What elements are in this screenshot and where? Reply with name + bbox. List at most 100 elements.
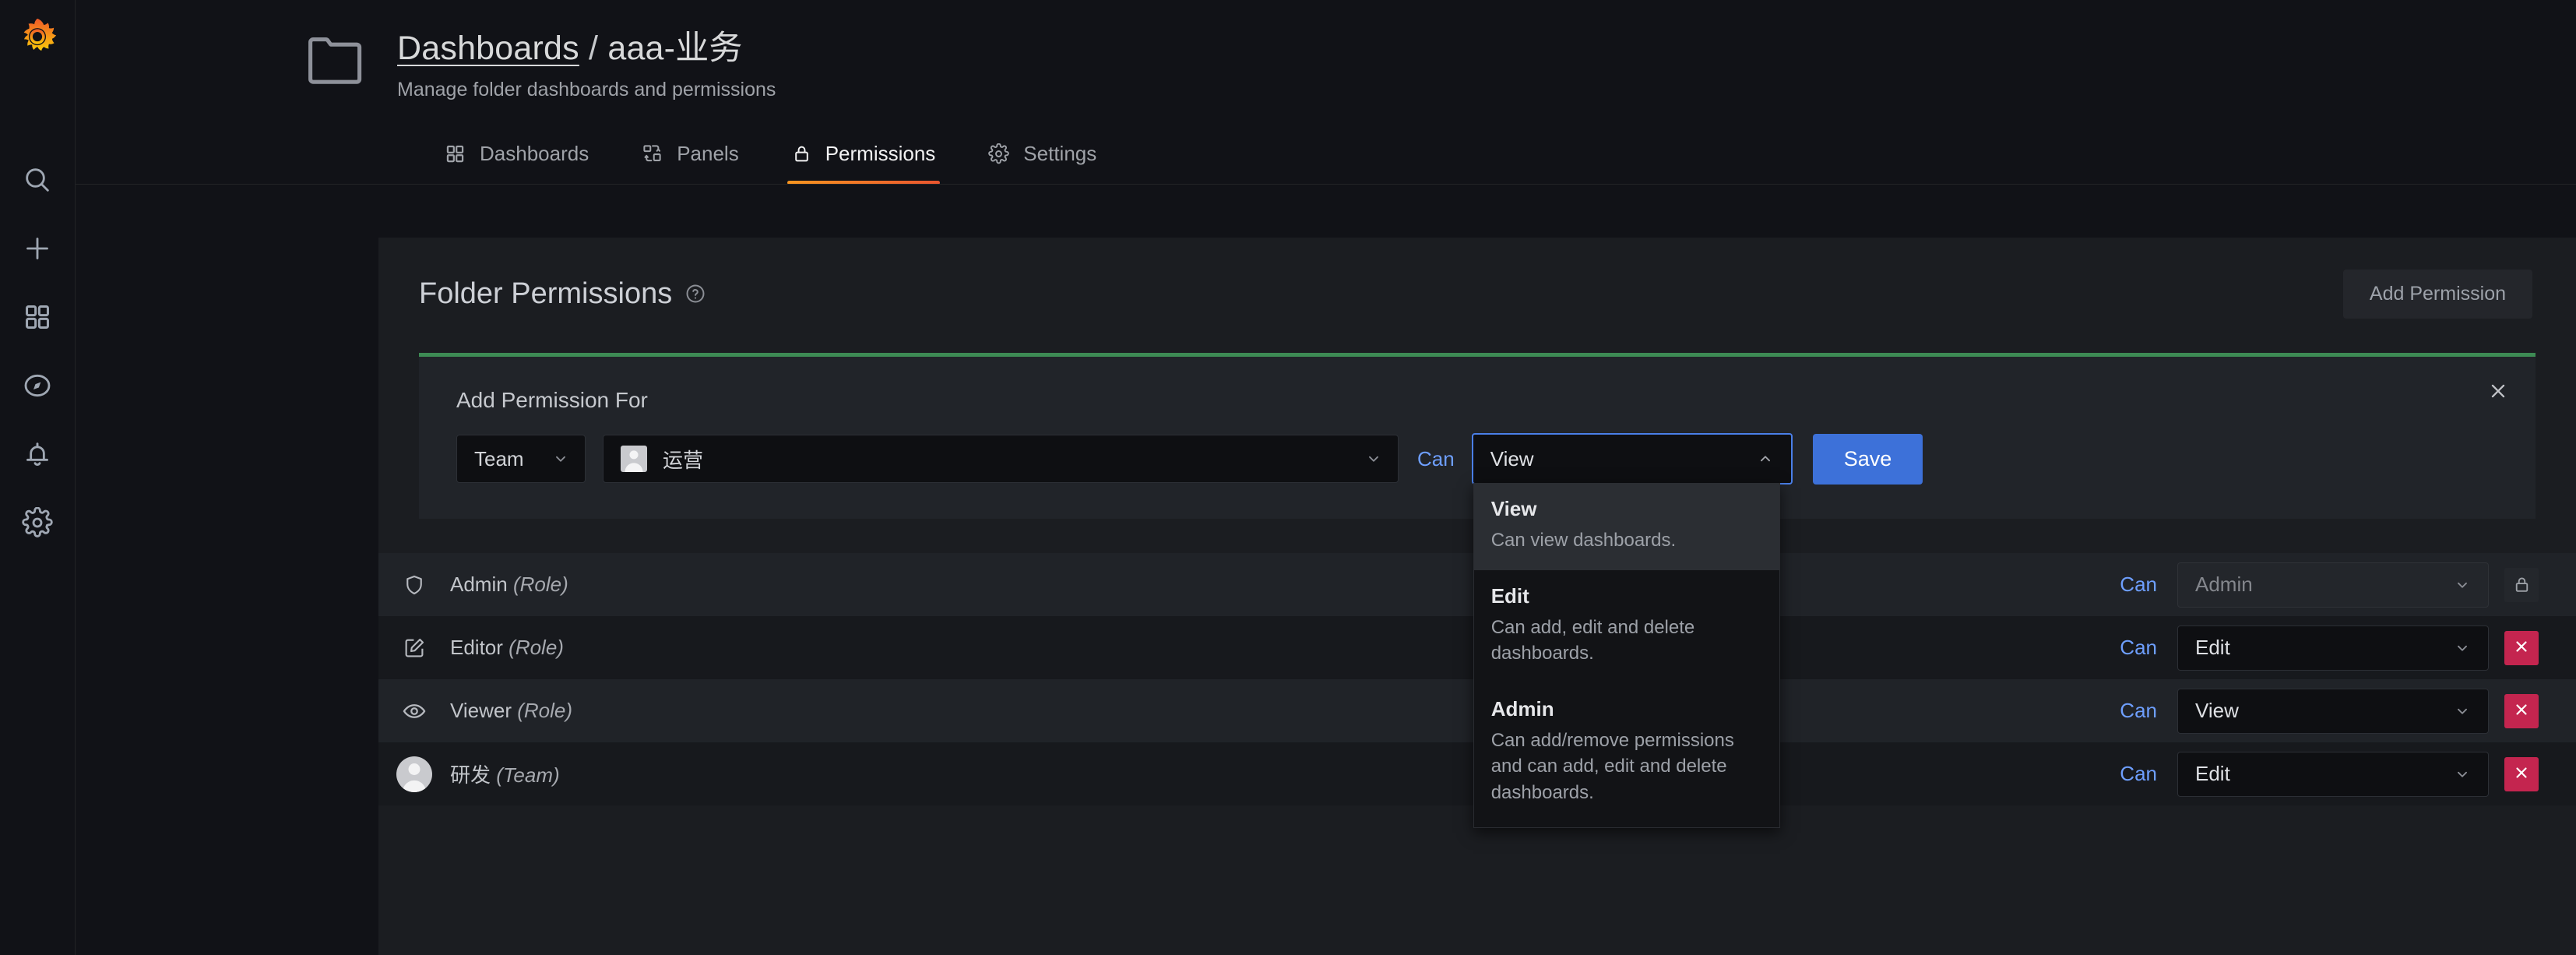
sidebar-item-search[interactable] <box>19 162 55 198</box>
grafana-logo[interactable] <box>14 14 61 61</box>
dropdown-option-edit-desc: Can add, edit and delete dashboards. <box>1491 615 1762 666</box>
page-subtitle: Manage folder dashboards and permissions <box>397 79 776 101</box>
can-label: Can <box>2120 699 2157 723</box>
permission-subject-kind: (Role) <box>517 699 572 722</box>
tab-bar: Dashboards Panels <box>76 134 2576 185</box>
main-area: Dashboards / aaa-业务 Manage folder dashbo… <box>76 0 2576 955</box>
permission-level-select-wrap: View View Can view dashboards. <box>1472 433 1793 485</box>
row-permission-select[interactable]: Edit <box>2177 752 2489 797</box>
close-icon <box>2513 701 2530 721</box>
dropdown-option-view-title: View <box>1491 497 1762 521</box>
tab-dashboards[interactable]: Dashboards <box>418 134 615 185</box>
chevron-down-icon <box>2454 576 2471 594</box>
row-permission-value: Admin <box>2195 573 2253 597</box>
can-label: Can <box>2120 762 2157 786</box>
tab-settings-label: Settings <box>1023 142 1096 166</box>
close-icon <box>2513 764 2530 784</box>
row-permission-value: Edit <box>2195 636 2230 660</box>
section-header: Folder Permissions Add Permission <box>378 266 2576 322</box>
sidebar-item-alerting[interactable] <box>19 436 55 472</box>
eye-icon <box>378 699 450 724</box>
page-header: Dashboards / aaa-业务 Manage folder dashbo… <box>76 0 2576 101</box>
folder-icon <box>305 34 366 90</box>
breadcrumb-current: aaa-业务 <box>607 30 742 67</box>
permission-subject-kind: (Role) <box>513 573 568 596</box>
remove-permission-button[interactable] <box>2504 757 2539 791</box>
team-avatar <box>621 446 647 472</box>
sidebar-item-explore[interactable] <box>19 368 55 403</box>
panels-icon <box>642 143 663 164</box>
grid-icon <box>445 143 466 164</box>
permission-type-value: Team <box>474 447 524 471</box>
dropdown-option-admin-title: Admin <box>1491 697 1762 721</box>
permission-subject-kind: (Role) <box>509 636 564 659</box>
add-permission-for-label: Add Permission For <box>456 388 2498 413</box>
permission-subject-name: 研发 <box>450 763 491 787</box>
team-select[interactable]: 运营 <box>603 435 1399 483</box>
chevron-up-icon <box>1757 450 1774 467</box>
permission-subject-kind: (Team) <box>496 763 559 787</box>
can-label: Can <box>1417 447 1455 471</box>
tab-panels-label: Panels <box>677 142 739 166</box>
permission-subject: Editor (Role) <box>450 636 2120 660</box>
sidebar <box>0 0 76 955</box>
permission-level-select[interactable]: View <box>1472 433 1793 485</box>
permission-type-select[interactable]: Team <box>456 435 586 483</box>
close-icon <box>2513 638 2530 657</box>
row-permission-select[interactable]: View <box>2177 689 2489 734</box>
breadcrumb-dashboards-link[interactable]: Dashboards <box>397 30 579 67</box>
save-button[interactable]: Save <box>1813 434 1923 485</box>
permission-subject-name: Editor <box>450 636 503 659</box>
row-permission-select[interactable]: Edit <box>2177 626 2489 671</box>
dropdown-option-view[interactable]: View Can view dashboards. <box>1474 483 1779 570</box>
chevron-down-icon <box>2454 766 2471 783</box>
app-root: Dashboards / aaa-业务 Manage folder dashbo… <box>0 0 2576 955</box>
dropdown-option-admin[interactable]: Admin Can add/remove permissions and can… <box>1474 683 1779 822</box>
dropdown-option-view-desc: Can view dashboards. <box>1491 527 1762 553</box>
content-panel: Folder Permissions Add Permission <box>378 238 2576 955</box>
permission-subject-name: Viewer <box>450 699 512 722</box>
chevron-down-icon <box>2454 640 2471 657</box>
tab-dashboards-label: Dashboards <box>480 142 589 166</box>
permission-level-dropdown: View Can view dashboards. Edit Can add, … <box>1473 483 1780 828</box>
page-title: Dashboards / aaa-业务 <box>397 30 776 68</box>
can-label: Can <box>2120 636 2157 660</box>
remove-permission-button[interactable] <box>2504 694 2539 728</box>
pencil-square-icon <box>378 636 450 660</box>
breadcrumb-separator: / <box>579 30 607 67</box>
section-title-label: Folder Permissions <box>419 277 672 311</box>
chevron-down-icon <box>552 450 569 467</box>
row-permission-value: Edit <box>2195 762 2230 786</box>
dropdown-option-edit[interactable]: Edit Can add, edit and delete dashboards… <box>1474 570 1779 683</box>
permission-subject: 研发 (Team) <box>450 759 2120 788</box>
tab-permissions[interactable]: Permissions <box>765 134 962 185</box>
permission-subject: Viewer (Role) <box>450 699 2120 723</box>
folder-permissions-title: Folder Permissions <box>419 277 706 311</box>
sidebar-item-configuration[interactable] <box>19 505 55 541</box>
question-circle-icon[interactable] <box>684 283 706 305</box>
add-permission-panel: Add Permission For Team <box>419 353 2536 519</box>
close-icon[interactable] <box>2481 374 2515 408</box>
tab-panels[interactable]: Panels <box>615 134 765 185</box>
chevron-down-icon <box>2454 703 2471 720</box>
avatar <box>396 756 432 792</box>
lock-icon <box>792 143 811 164</box>
remove-permission-button[interactable] <box>2504 631 2539 665</box>
sidebar-item-dashboards[interactable] <box>19 299 55 335</box>
dropdown-option-edit-title: Edit <box>1491 584 1762 608</box>
permission-subject: Admin (Role) <box>450 573 2120 597</box>
lock-icon <box>2504 568 2539 602</box>
row-permission-value: View <box>2195 699 2239 723</box>
add-permission-button[interactable]: Add Permission <box>2343 270 2532 319</box>
shield-icon <box>378 573 450 597</box>
row-permission-select: Admin <box>2177 562 2489 608</box>
permission-level-value: View <box>1490 447 1534 471</box>
user-avatar-icon <box>378 756 450 792</box>
gear-icon <box>988 143 1009 164</box>
permission-subject-name: Admin <box>450 573 508 596</box>
tab-settings[interactable]: Settings <box>962 134 1123 185</box>
sidebar-item-create[interactable] <box>19 231 55 266</box>
team-select-value: 运营 <box>663 445 703 474</box>
tab-permissions-label: Permissions <box>825 142 936 166</box>
chevron-down-icon <box>1365 450 1382 467</box>
